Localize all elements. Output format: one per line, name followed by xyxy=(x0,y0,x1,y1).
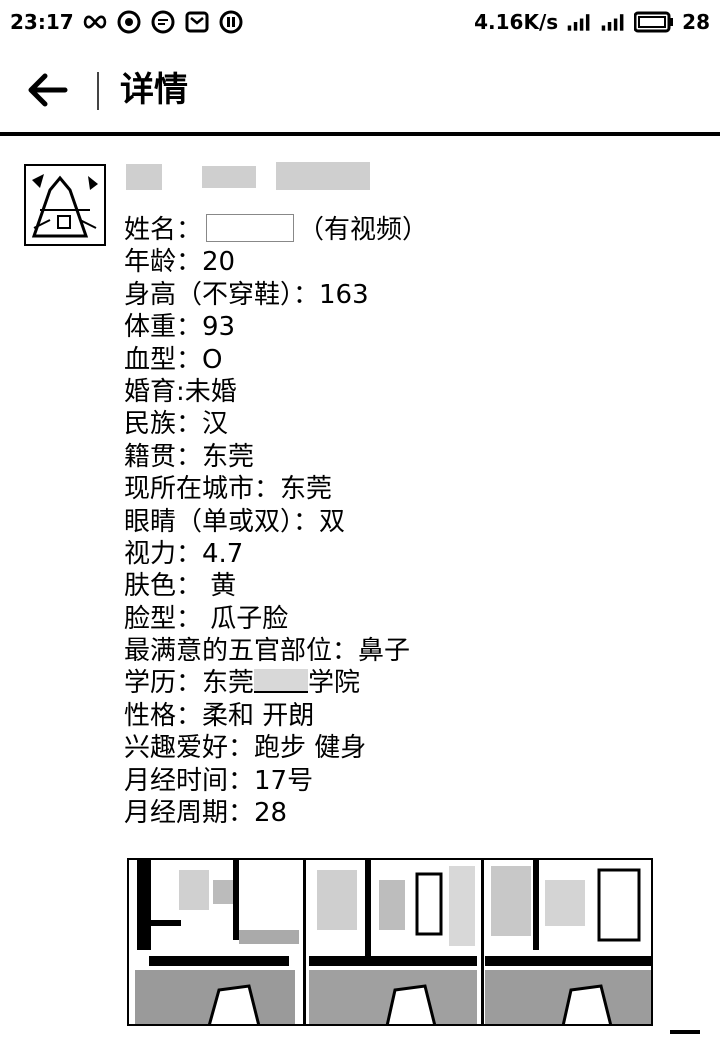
back-button[interactable] xyxy=(22,68,72,112)
profile-details: 姓名： （有视频） 年龄：20 身高（不穿鞋）：163 体重：93 血型：O 婚育… xyxy=(124,214,428,829)
pause-icon xyxy=(218,9,244,35)
status-bar: 23:17 4.16K/s 28 xyxy=(0,0,720,44)
blurred-name xyxy=(126,160,376,192)
info-line-period-cycle: 月经周期：28 xyxy=(124,798,288,829)
avatar-image xyxy=(30,170,100,240)
info-line-age: 年龄：20 xyxy=(124,247,236,278)
info-line-height: 身高（不穿鞋）：163 xyxy=(124,279,369,310)
info-line-vision: 视力：4.7 xyxy=(124,538,244,569)
avatar[interactable] xyxy=(24,164,106,246)
status-time: 23:17 xyxy=(10,10,74,34)
info-line-skin: 肤色： 黄 xyxy=(124,571,237,602)
battery-level: 28 xyxy=(682,10,710,34)
info-line-weight: 体重：93 xyxy=(124,312,236,343)
info-line-period-date: 月经时间：17号 xyxy=(124,765,314,796)
scroll-indicator xyxy=(670,1030,700,1034)
info-line-hobbies: 兴趣爱好：跑步 健身 xyxy=(124,733,367,764)
info-line-education: 学历：东莞 学院 xyxy=(124,668,361,699)
battery-icon xyxy=(634,9,674,35)
info-line-ethnicity: 民族：汉 xyxy=(124,409,229,440)
sync-icon xyxy=(116,9,142,35)
blurred-school xyxy=(254,669,309,694)
info-line-personality: 性格：柔和 开朗 xyxy=(124,700,315,731)
info-line-face: 脸型： 瓜子脸 xyxy=(124,603,289,634)
blurred-name-box xyxy=(206,214,295,242)
mail-icon xyxy=(184,9,210,35)
app-header: 详情 xyxy=(0,44,720,136)
photo-gallery[interactable] xyxy=(127,858,653,1026)
info-line-blood-type: 血型：O xyxy=(124,344,223,375)
network-speed: 4.16K/s xyxy=(474,10,559,34)
hd-signal-icon xyxy=(566,9,592,35)
page-title: 详情 xyxy=(120,70,188,110)
info-line-name: 姓名： （有视频） xyxy=(124,214,429,245)
header-divider xyxy=(97,72,99,110)
chat-icon xyxy=(150,9,176,35)
info-line-hometown: 籍贯：东莞 xyxy=(124,441,255,472)
signal-icon xyxy=(600,9,626,35)
info-line-city: 现所在城市：东莞 xyxy=(124,474,333,505)
infinity-icon xyxy=(82,9,108,35)
info-line-eyes: 眼睛（单或双）：双 xyxy=(124,506,346,537)
arrow-left-icon xyxy=(28,73,68,107)
info-line-marital: 婚育:未婚 xyxy=(124,376,237,407)
photo-gallery-image xyxy=(129,860,651,1024)
info-line-best-feature: 最满意的五官部位：鼻子 xyxy=(124,636,411,667)
